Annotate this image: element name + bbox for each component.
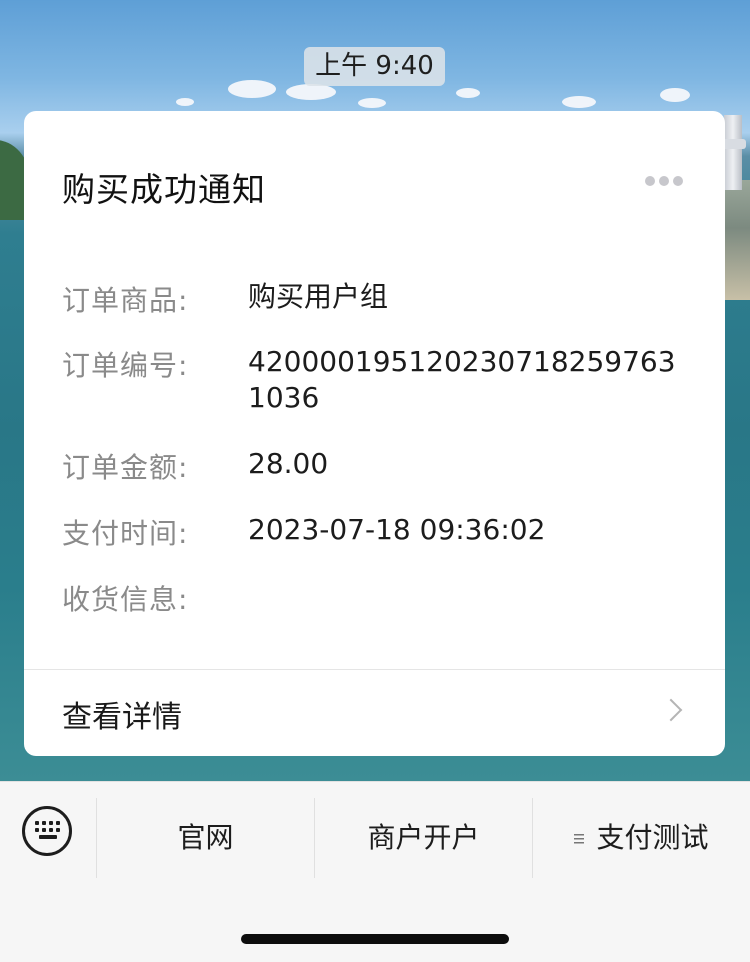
field-value: 4200001951202307182597631036	[248, 345, 676, 414]
cloud	[228, 80, 276, 98]
chevron-right-icon	[659, 698, 683, 722]
cloud	[176, 98, 194, 106]
menu-item-official-site[interactable]: 官网	[97, 798, 314, 878]
menu-item-payment-test[interactable]: 支付测试	[533, 798, 750, 878]
card-title: 购买成功通知	[62, 170, 266, 209]
menu-item-merchant-account[interactable]: 商户开户	[315, 798, 532, 878]
field-label: 收货信息:	[62, 583, 189, 616]
keyboard-icon[interactable]	[22, 806, 74, 858]
field-label: 支付时间:	[62, 517, 189, 550]
view-details-label: 查看详情	[62, 700, 182, 735]
cloud	[562, 96, 596, 108]
field-value: 购买用户组	[248, 280, 389, 313]
field-label: 订单金额:	[62, 451, 189, 484]
notification-card: 购买成功通知 订单商品: 购买用户组 订单编号: 420000195120230…	[24, 111, 725, 756]
menu-item-label: 支付测试	[596, 821, 709, 854]
cloud	[660, 88, 690, 102]
view-details-link[interactable]: 查看详情	[24, 670, 725, 756]
field-value: 2023-07-18 09:36:02	[248, 513, 546, 546]
cloud	[358, 98, 386, 108]
ellipsis-icon[interactable]	[645, 171, 687, 186]
cloud	[456, 88, 480, 98]
cloud	[286, 84, 336, 100]
home-indicator[interactable]	[241, 934, 509, 944]
field-label: 订单商品:	[62, 284, 189, 317]
field-value: 28.00	[248, 447, 329, 480]
submenu-icon	[574, 833, 585, 845]
message-timestamp: 上午 9:40	[304, 47, 445, 86]
field-label: 订单编号:	[62, 349, 189, 382]
tower	[720, 115, 746, 190]
